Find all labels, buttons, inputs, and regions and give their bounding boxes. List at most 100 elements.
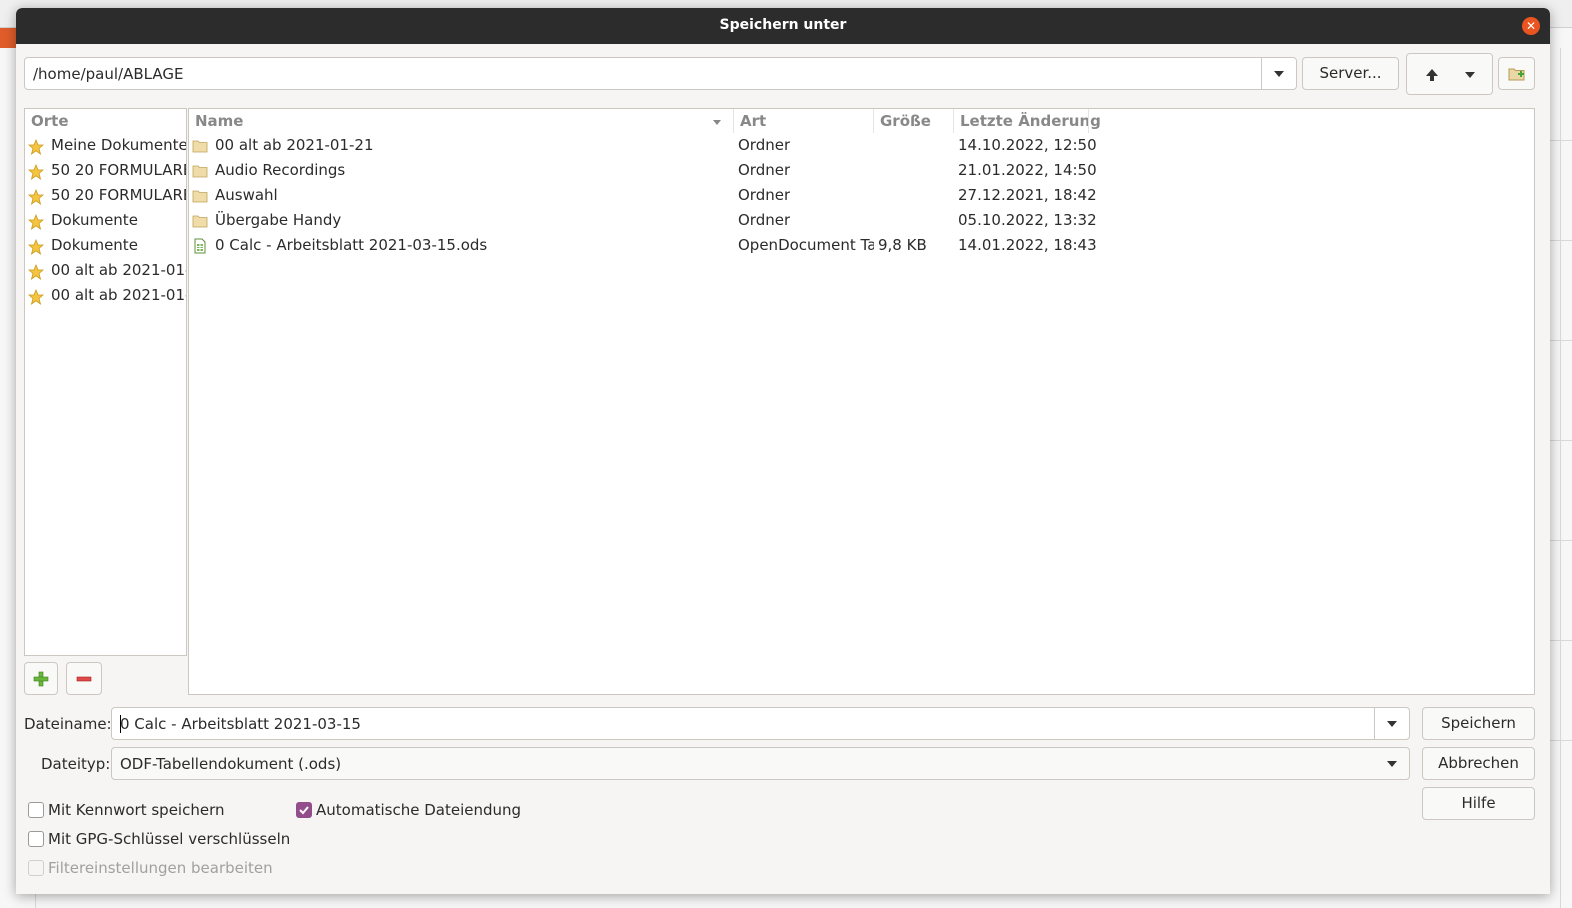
file-size: 9,8 KB: [878, 236, 927, 254]
spreadsheet-file-icon: [194, 238, 206, 254]
folder-icon: [192, 165, 208, 178]
place-label: Meine Dokumente: [51, 136, 187, 154]
save-as-dialog: Speichern unter ✕ /home/paul/ABLAGE Serv…: [16, 8, 1550, 894]
star-icon: [28, 264, 44, 280]
column-header-name[interactable]: Name: [195, 112, 243, 130]
file-name: Auswahl: [215, 186, 278, 204]
plus-icon: [33, 671, 49, 687]
path-dropdown-separator: [1261, 58, 1262, 89]
new-folder-button[interactable]: [1498, 57, 1535, 90]
file-type: Ordner: [738, 136, 791, 154]
column-separator: [1088, 109, 1089, 133]
place-item[interactable]: 50 20 FORMULARE: [25, 184, 187, 209]
place-label: 50 20 FORMULARE: [51, 161, 187, 179]
chevron-down-icon[interactable]: [1387, 761, 1397, 767]
filename-label: Dateiname:: [24, 715, 112, 733]
background-grid-line: [1550, 740, 1572, 741]
file-row[interactable]: Auswahl Ordner 27.12.2021, 18:42: [189, 184, 1534, 209]
help-button[interactable]: Hilfe: [1422, 787, 1535, 820]
file-type: Ordner: [738, 161, 791, 179]
star-icon: [28, 189, 44, 205]
file-type: Ordner: [738, 186, 791, 204]
places-panel: Orte Meine Dokumente 50 20 FORMULARE 50 …: [24, 108, 187, 656]
column-header-type[interactable]: Art: [740, 112, 766, 130]
star-icon: [28, 239, 44, 255]
column-separator: [733, 109, 734, 133]
place-label: 50 20 FORMULARE: [51, 186, 187, 204]
filetype-select[interactable]: ODF-Tabellendokument (.ods): [111, 747, 1410, 780]
close-icon: ✕: [1525, 19, 1537, 33]
filter-settings-checkbox: [28, 860, 44, 876]
path-combobox[interactable]: /home/paul/ABLAGE: [24, 57, 1297, 90]
background-grid-line: [1550, 340, 1572, 341]
file-type: OpenDocument Ta: [738, 236, 874, 254]
star-icon: [28, 139, 44, 155]
place-item[interactable]: Dokumente: [25, 234, 186, 259]
place-item[interactable]: Meine Dokumente: [25, 134, 187, 159]
file-name: Audio Recordings: [215, 161, 346, 179]
save-button[interactable]: Speichern: [1422, 707, 1535, 740]
filename-input[interactable]: 0 Calc - Arbeitsblatt 2021-03-15: [120, 715, 361, 733]
chevron-down-icon[interactable]: [1465, 72, 1475, 78]
file-row[interactable]: 0 Calc - Arbeitsblatt 2021-03-15.ods Ope…: [189, 234, 1534, 259]
place-item[interactable]: Dokumente: [25, 209, 186, 234]
file-type: Ordner: [738, 211, 791, 229]
password-checkbox-label[interactable]: Mit Kennwort speichern: [48, 801, 224, 819]
place-label: 00 alt ab 2021-01-2: [51, 261, 187, 279]
column-header-size[interactable]: Größe: [880, 112, 931, 130]
column-separator: [953, 109, 954, 133]
gpg-checkbox[interactable]: [28, 831, 44, 847]
file-modified: 14.01.2022, 18:43: [958, 236, 1097, 254]
background-grid-line: [1550, 240, 1572, 241]
cancel-button[interactable]: Abbrechen: [1422, 747, 1535, 780]
file-row[interactable]: Übergabe Handy Ordner 05.10.2022, 13:32: [189, 209, 1534, 234]
filetype-value: ODF-Tabellendokument (.ods): [120, 755, 342, 773]
add-place-button[interactable]: [24, 662, 58, 695]
place-label: 00 alt ab 2021-01-2: [51, 286, 187, 304]
server-button[interactable]: Server...: [1302, 57, 1399, 90]
filetype-label: Dateityp:: [41, 755, 111, 773]
file-modified: 27.12.2021, 18:42: [958, 186, 1097, 204]
file-name: 0 Calc - Arbeitsblatt 2021-03-15.ods: [215, 236, 488, 254]
arrow-up-icon[interactable]: [1424, 67, 1440, 83]
filename-combobox[interactable]: 0 Calc - Arbeitsblatt 2021-03-15: [111, 707, 1410, 740]
place-label: Dokumente: [51, 236, 138, 254]
place-item[interactable]: 00 alt ab 2021-01-2: [25, 259, 187, 284]
place-label: Dokumente: [51, 211, 138, 229]
navigate-up-group[interactable]: [1406, 53, 1493, 95]
dialog-titlebar: Speichern unter ✕: [16, 8, 1550, 44]
close-button[interactable]: ✕: [1522, 17, 1540, 35]
text-cursor: [120, 715, 121, 733]
folder-icon: [192, 190, 208, 203]
password-checkbox[interactable]: [28, 802, 44, 818]
auto-extension-checkbox-label[interactable]: Automatische Dateiendung: [316, 801, 521, 819]
gpg-checkbox-label[interactable]: Mit GPG-Schlüssel verschlüsseln: [48, 830, 290, 848]
column-separator: [873, 109, 874, 133]
column-header-modified[interactable]: Letzte Änderung: [960, 112, 1101, 130]
folder-icon: [192, 140, 208, 153]
star-icon: [28, 289, 44, 305]
folder-icon: [192, 215, 208, 228]
minus-icon: [76, 676, 92, 682]
file-modified: 05.10.2022, 13:32: [958, 211, 1097, 229]
file-row[interactable]: 00 alt ab 2021-01-21 Ordner 14.10.2022, …: [189, 134, 1534, 159]
file-name: 00 alt ab 2021-01-21: [215, 136, 374, 154]
background-grid-line: [1550, 640, 1572, 641]
file-list: Name Art Größe Letzte Änderung 00 alt ab…: [188, 108, 1535, 695]
auto-extension-checkbox[interactable]: [296, 802, 312, 818]
chevron-down-icon[interactable]: [1387, 721, 1397, 727]
background-grid-line: [1550, 540, 1572, 541]
dialog-title: Speichern unter: [719, 17, 847, 33]
sort-desc-icon: [713, 120, 721, 125]
place-item[interactable]: 00 alt ab 2021-01-2: [25, 284, 187, 309]
chevron-down-icon[interactable]: [1274, 71, 1284, 77]
file-modified: 21.01.2022, 14:50: [958, 161, 1097, 179]
checkmark-icon: [299, 806, 309, 815]
place-item[interactable]: 50 20 FORMULARE: [25, 159, 187, 184]
file-row[interactable]: Audio Recordings Ordner 21.01.2022, 14:5…: [189, 159, 1534, 184]
background-grid-line: [1550, 440, 1572, 441]
background-row-marker: [0, 28, 16, 48]
filename-dropdown-separator: [1374, 708, 1375, 739]
path-input[interactable]: /home/paul/ABLAGE: [33, 65, 183, 83]
remove-place-button[interactable]: [66, 662, 102, 695]
